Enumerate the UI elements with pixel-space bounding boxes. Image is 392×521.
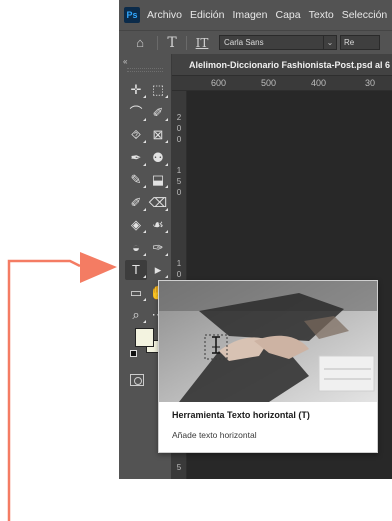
tooltip-preview-image [159, 281, 377, 402]
ruler-tick-label: 5 [176, 177, 182, 186]
tool-group-indicator [143, 95, 146, 98]
tool-group-indicator [165, 95, 168, 98]
marquee-icon[interactable]: ⬚ [147, 80, 169, 100]
ruler-tick-label: 30 [365, 78, 376, 88]
collapse-panel-icon[interactable]: « [123, 57, 127, 66]
font-family-value: Carla Sans [224, 38, 264, 47]
menu-seleccion[interactable]: Selección [342, 9, 388, 21]
ruler-tick-label: 0 [176, 135, 182, 144]
options-divider [157, 35, 158, 50]
tool-group-indicator [165, 230, 168, 233]
menu-archivo[interactable]: Archivo [147, 9, 182, 21]
menu-capa[interactable]: Capa [276, 9, 301, 21]
ruler-tick-label: 2 [176, 113, 182, 122]
tool-group-indicator [143, 140, 146, 143]
photoshop-logo-icon[interactable]: Ps [124, 7, 140, 23]
tool-group-indicator [165, 162, 168, 166]
ruler-tick-label: 400 [311, 78, 327, 88]
foreground-color-swatch[interactable] [135, 328, 154, 347]
tool-group-indicator [143, 117, 146, 121]
rectangle-icon[interactable]: ▭ [125, 283, 147, 303]
quick-selection-icon[interactable]: ✐ [147, 103, 169, 123]
paint-bucket-icon[interactable]: ◈ [125, 215, 147, 235]
crop-icon[interactable]: ⯑ [125, 125, 147, 145]
home-icon[interactable]: ⌂ [129, 35, 151, 50]
tool-group-indicator [165, 207, 168, 211]
ruler-tick-label: 0 [176, 124, 182, 133]
dodge-icon[interactable]: ◒ [125, 238, 147, 258]
tool-group-indicator [143, 162, 146, 166]
tool-group-indicator [165, 252, 168, 256]
ruler-tick-label: 1 [176, 259, 182, 268]
tool-group-indicator [165, 185, 168, 188]
zoom-icon[interactable]: ⌕ [125, 305, 147, 325]
tool-group-indicator [143, 207, 146, 211]
move-icon[interactable]: ✛ [125, 80, 147, 100]
eraser-icon[interactable]: ⌫ [147, 193, 169, 213]
pen-icon[interactable]: ✑ [147, 238, 169, 258]
toggle-text-orientation-icon[interactable]: IT [193, 36, 211, 50]
menu-edicion[interactable]: Edición [190, 9, 224, 21]
ruler-tick-label: 600 [211, 78, 227, 88]
tool-group-indicator [143, 275, 146, 278]
tool-group-indicator [165, 117, 168, 121]
frame-icon[interactable]: ⊠ [147, 125, 169, 145]
eyedropper-icon[interactable]: ✒ [125, 148, 147, 168]
menu-bar: Ps Archivo Edición Imagen Capa Texto Sel… [119, 0, 392, 30]
tooltip-title: Herramienta Texto horizontal (T) [172, 410, 310, 420]
blur-icon[interactable]: ☙ [147, 215, 169, 235]
ruler-tick-label: 0 [176, 270, 182, 279]
ruler-tick-label: 1 [176, 166, 182, 175]
brush-icon[interactable]: ✎ [125, 170, 147, 190]
tooltip-description: Añade texto horizontal [172, 430, 257, 440]
tool-group-indicator [165, 275, 168, 278]
type-icon[interactable]: T [125, 260, 147, 280]
font-style-select[interactable]: Re [340, 35, 380, 50]
type-tool-preset-icon[interactable]: T [164, 35, 180, 51]
quick-mask-icon[interactable] [130, 374, 144, 386]
menu-texto[interactable]: Texto [309, 9, 334, 21]
ruler-tick-label: 5 [176, 463, 182, 472]
lasso-icon[interactable]: ⌒ [125, 103, 147, 123]
tool-group-indicator [143, 252, 146, 256]
panel-grip[interactable] [127, 68, 163, 72]
tool-group-indicator [143, 320, 146, 323]
tool-group-indicator [143, 230, 146, 233]
ruler-tick-label: 500 [261, 78, 277, 88]
path-selection-icon[interactable]: ▸ [147, 260, 169, 280]
default-colors-icon[interactable] [130, 350, 137, 357]
history-brush-icon[interactable]: ✐ [125, 193, 147, 213]
chevron-down-icon[interactable]: ⌄ [323, 36, 336, 49]
options-bar: ⌂ T IT Carla Sans ⌄ Re [119, 30, 392, 54]
tool-group-indicator [143, 297, 146, 301]
font-family-select[interactable]: Carla Sans ⌄ [219, 35, 337, 50]
spot-healing-icon[interactable]: ⚉ [147, 148, 169, 168]
options-divider [186, 35, 187, 50]
tool-tooltip: Herramienta Texto horizontal (T) Añade t… [158, 280, 378, 453]
clone-stamp-icon[interactable]: ⬓ [147, 170, 169, 190]
horizontal-ruler: 600 500 400 30 [172, 76, 392, 91]
tool-group-indicator [143, 185, 146, 188]
menu-imagen[interactable]: Imagen [232, 9, 267, 21]
document-tab[interactable]: Alelimon-Diccionario Fashionista-Post.ps… [172, 54, 392, 76]
ruler-tick-label: 0 [176, 188, 182, 197]
tool-group-indicator [165, 140, 168, 143]
